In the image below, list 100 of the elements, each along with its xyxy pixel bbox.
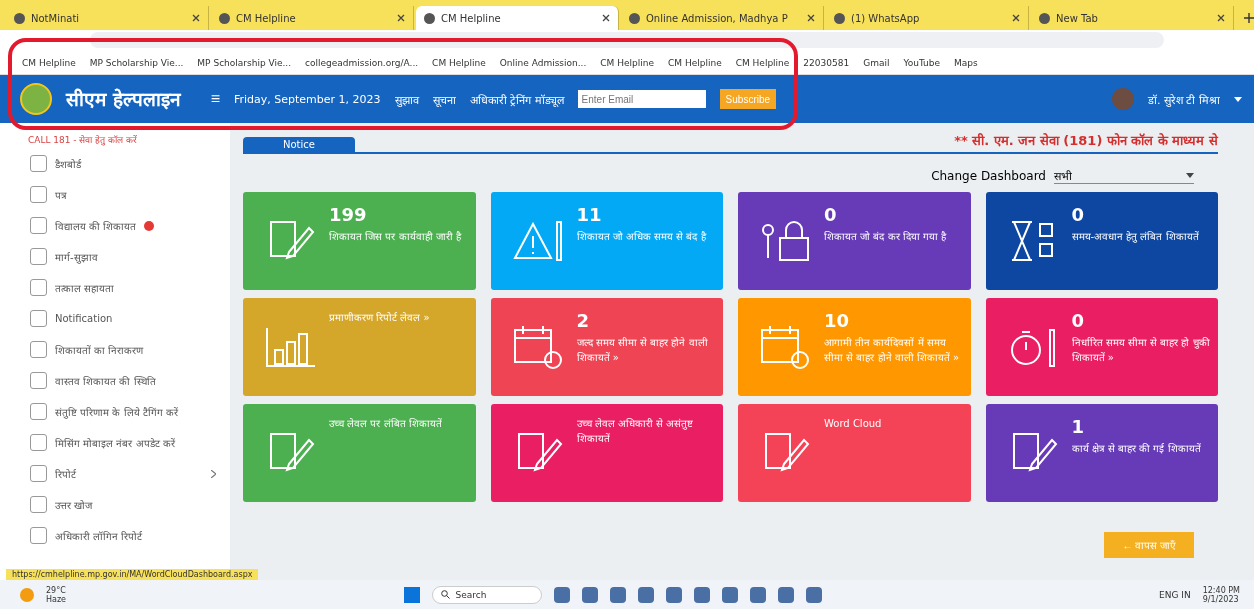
bookmark-link[interactable]: CM Helpline: [668, 58, 722, 68]
stat-card[interactable]: उच्च लेवल अधिकारी से असंतुष्ट शिकायतें: [490, 404, 723, 502]
taskbar-app-icon[interactable]: [637, 586, 654, 603]
bookmark-link[interactable]: MP Scholarship Vie...: [89, 58, 184, 68]
count-text: 11: [576, 204, 603, 225]
caret-icon[interactable]: [1234, 96, 1242, 102]
language-text[interactable]: ENG IN: [1159, 589, 1191, 600]
change-dashboard-label: Change Dashboard: [931, 169, 1046, 183]
sidebar-item[interactable]: मिसिंग मोबाइल नंबर अपडेट करें: [30, 427, 230, 458]
taskbar-app-icon[interactable]: [553, 586, 570, 603]
card-label: प्रमाणीकरण रिपोर्ट लेवल »: [329, 311, 430, 325]
bookmark-link[interactable]: Online Admission...: [499, 58, 587, 68]
bookmark-link[interactable]: Gmail: [863, 58, 890, 68]
bookmark-link[interactable]: collegeadmission.org/A...: [305, 58, 419, 68]
clock-date[interactable]: 9/1/2023: [1202, 594, 1240, 604]
menu-button[interactable]: ≡: [210, 90, 220, 108]
header-link[interactable]: अधिकारी ट्रेनिंग मॉड्यूल: [469, 91, 564, 107]
close-icon[interactable]: [397, 14, 405, 22]
sidebar-item[interactable]: संतुष्टि परिणाम के लिये टैगिंग करें: [30, 396, 230, 427]
stat-card[interactable]: 2 जल्द समय सीमा से बाहर होने वाली शिकायतें »: [490, 298, 723, 396]
card-label: जल्द समय सीमा से बाहर होने वाली शिकायतें »: [576, 336, 709, 365]
taskbar-app-icon[interactable]: [777, 586, 794, 603]
card-label: निर्धारित समय सीमा से बाहर हो चुकी शिकायतें »: [1071, 336, 1211, 365]
user-menu[interactable]: डॉ. सुरेश टी मिश्रा: [1148, 91, 1220, 107]
taskbar-app-icon[interactable]: [805, 586, 822, 603]
close-icon[interactable]: [602, 14, 610, 22]
sidebar-item[interactable]: वास्तव शिकायत की स्थिति: [30, 365, 230, 396]
card-label: शिकायत जिस पर कार्यवाही जारी है: [329, 230, 461, 244]
tab-favicon: [834, 12, 845, 24]
taskbar-app-icon[interactable]: [581, 586, 598, 603]
sidebar-item[interactable]: मार्ग-सुझाव: [30, 241, 230, 272]
count-text: 1: [1071, 416, 1086, 437]
tab-favicon: [219, 12, 230, 24]
sidebar-item[interactable]: शिकायतों का निराकरण: [30, 334, 230, 365]
email-field[interactable]: Enter Email: [577, 90, 706, 108]
stat-card[interactable]: 0 शिकायत जो बंद कर दिया गया है: [738, 192, 971, 290]
card-label: शिकायत जो बंद कर दिया गया है: [824, 230, 947, 244]
sidebar-item[interactable]: रिपोर्ट: [30, 458, 230, 489]
count-text: 0: [1071, 204, 1086, 225]
marquee-text: ** सी. एम. जन सेवा (181) फोन कॉल के माध्यम से: [954, 132, 1218, 150]
taskbar-search-field[interactable]: Search: [431, 585, 542, 604]
search-icon: [440, 590, 450, 599]
bookmark-link[interactable]: CM Helpline: [735, 58, 790, 68]
emblem-icon: [20, 83, 52, 115]
count-text: 0: [1071, 310, 1086, 331]
sidebar-item[interactable]: विद्यालय की शिकायत: [30, 210, 230, 241]
bookmark-link[interactable]: MP Scholarship Vie...: [197, 58, 292, 68]
card-label: शिकायत जो अधिक समय से बंद है: [576, 230, 706, 244]
caret-icon: [1186, 173, 1194, 178]
tab-favicon: [424, 12, 435, 24]
close-icon[interactable]: [807, 14, 815, 22]
bookmark-link[interactable]: CM Helpline: [22, 58, 76, 68]
browser-tab[interactable]: CM Helpline: [416, 6, 619, 30]
sidebar-item[interactable]: उत्तर खोज: [30, 489, 230, 520]
bookmark-link[interactable]: CM Helpline: [600, 58, 654, 68]
taskbar-app-icon[interactable]: [749, 586, 766, 603]
sidebar-item[interactable]: तत्काल सहायता: [30, 272, 230, 303]
bookmark-link[interactable]: 22030581: [803, 58, 850, 68]
card-label: उच्च लेवल पर लंबित शिकायतें: [329, 417, 442, 431]
header-link[interactable]: सूचना: [432, 91, 456, 107]
stat-card[interactable]: 0 समय-अवधान हेतु लंबित शिकायतें: [985, 192, 1218, 290]
dashboard-select[interactable]: सभी: [1054, 168, 1194, 184]
count-text: 0: [824, 204, 838, 225]
sidebar-item[interactable]: डैशबोर्ड: [30, 148, 230, 179]
tab-favicon: [629, 12, 640, 24]
sidebar-item[interactable]: अधिकारी लॉगिन रिपोर्ट: [30, 520, 230, 551]
tab-favicon: [14, 12, 25, 24]
weather-text: Haze: [46, 594, 67, 604]
sidebar-item[interactable]: पत्र: [30, 179, 230, 210]
taskbar-app-icon[interactable]: [665, 586, 682, 603]
bookmark-link[interactable]: CM Helpline: [432, 58, 486, 68]
count-text: 10: [824, 310, 851, 331]
status-url-text: https://cmhelpline.mp.gov.in/MA/WordCloudDashboard.aspx: [6, 569, 259, 580]
sidebar-item[interactable]: Notification: [30, 303, 230, 334]
taskbar-app-icon[interactable]: [693, 586, 710, 603]
close-icon[interactable]: [1012, 14, 1020, 22]
card-label: कार्य क्षेत्र से बाहर की गई शिकायतें: [1071, 442, 1201, 456]
chevron-icon[interactable]: [211, 469, 216, 478]
taskbar-app-icon[interactable]: [609, 586, 626, 603]
call-line-text: CALL 181 - सेवा हेतु कॉल करें: [28, 134, 139, 146]
stat-card[interactable]: 1 कार्य क्षेत्र से बाहर की गई शिकायतें: [985, 404, 1218, 502]
start-icon[interactable]: [403, 586, 420, 603]
new-tab-icon[interactable]: [1244, 13, 1254, 23]
stat-card[interactable]: Word Cloud: [738, 404, 971, 502]
count-text: 199: [329, 204, 368, 225]
stat-card[interactable]: 0 निर्धारित समय सीमा से बाहर हो चुकी शिकायतें »: [985, 298, 1218, 396]
close-icon[interactable]: [1217, 14, 1225, 22]
card-label: आगामी तीन कार्यदिवसों में समय सीमा से बाहर होने वाली शिकायतें »: [824, 336, 961, 365]
count-text: 2: [576, 310, 591, 331]
site-logo-text[interactable]: सीएम हेल्पलाइन: [66, 86, 181, 112]
taskbar-app-icon[interactable]: [721, 586, 738, 603]
close-icon[interactable]: [192, 14, 200, 22]
bookmark-link[interactable]: YouTube: [903, 58, 941, 68]
notice-tab[interactable]: Notice: [243, 137, 355, 152]
card-label: उच्च लेवल अधिकारी से असंतुष्ट शिकायतें: [576, 417, 695, 446]
card-label: समय-अवधान हेतु लंबित शिकायतें: [1071, 230, 1199, 244]
card-label: Word Cloud: [824, 417, 882, 431]
bookmark-link[interactable]: Maps: [954, 58, 978, 68]
header-link[interactable]: सुझाव: [394, 91, 419, 107]
clock-time[interactable]: 12:40 PM: [1202, 585, 1240, 595]
